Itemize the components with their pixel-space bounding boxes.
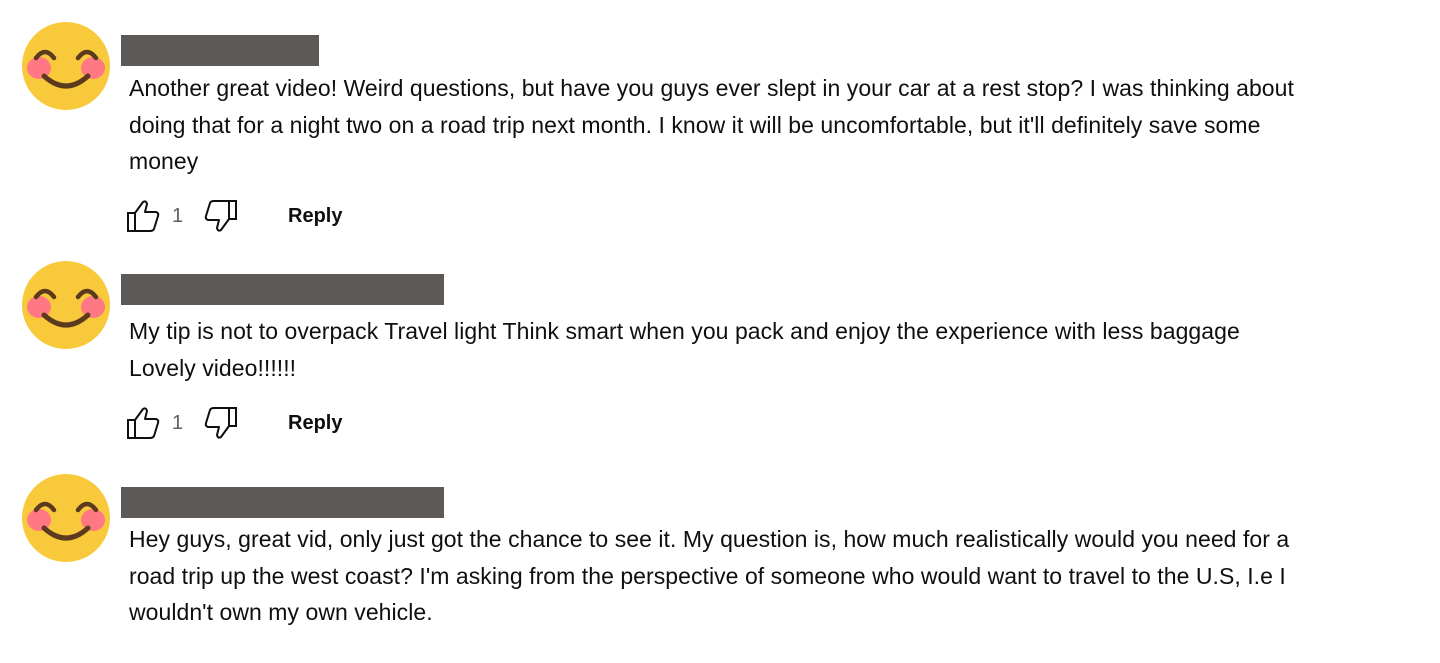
comment-action-bar: 1 Reply — [124, 403, 342, 443]
reply-button[interactable]: Reply — [288, 412, 342, 435]
reply-button[interactable]: Reply — [288, 205, 342, 228]
avatar[interactable] — [22, 261, 110, 349]
like-count: 1 — [172, 411, 184, 434]
like-button[interactable] — [124, 404, 162, 442]
comment-action-bar: 1 Reply — [124, 196, 342, 236]
thumbs-up-icon — [127, 407, 160, 439]
thumbs-down-icon — [204, 200, 237, 232]
avatar[interactable] — [22, 22, 110, 110]
like-button[interactable] — [124, 197, 162, 235]
author-name-redacted — [121, 35, 319, 66]
thumbs-down-icon — [204, 407, 237, 439]
smiling-face-with-blush-icon — [22, 474, 110, 562]
comment-text: Another great video! Weird questions, bu… — [129, 75, 1294, 174]
author-name-redacted — [121, 487, 444, 518]
comment-text: My tip is not to overpack Travel light T… — [129, 318, 1240, 381]
author-name-redacted — [121, 274, 444, 305]
dislike-button[interactable] — [202, 197, 240, 235]
smiling-face-with-blush-icon — [22, 261, 110, 349]
comment-text: Hey guys, great vid, only just got the c… — [129, 526, 1290, 625]
thumbs-up-icon — [127, 200, 160, 232]
avatar[interactable] — [22, 474, 110, 562]
like-count: 1 — [172, 204, 184, 227]
smiling-face-with-blush-icon — [22, 22, 110, 110]
dislike-button[interactable] — [202, 404, 240, 442]
